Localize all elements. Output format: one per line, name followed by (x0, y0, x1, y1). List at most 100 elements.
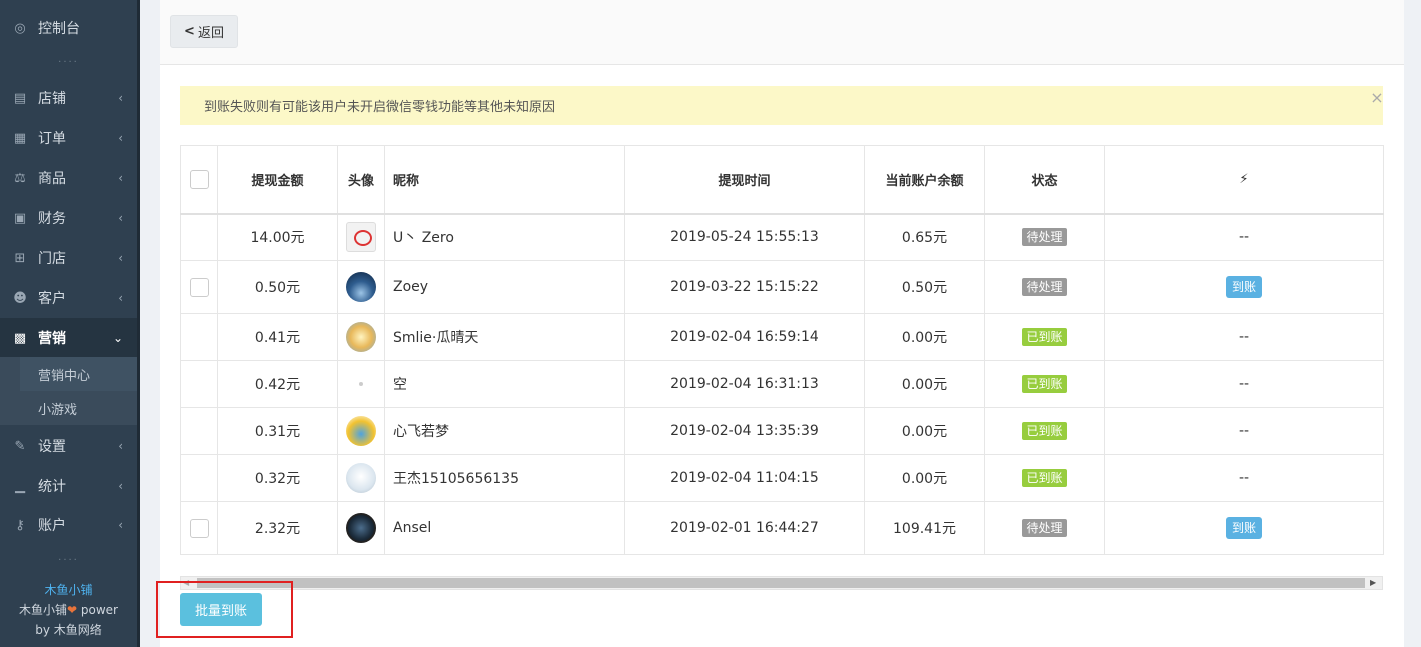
chevron-left-icon: < (184, 24, 195, 39)
submenu-item-marketing-center[interactable]: 营销中心 (20, 357, 137, 391)
warning-alert: 到账失败则有可能该用户未开启微信零钱功能等其他未知原因 (180, 86, 1383, 125)
amount-cell: 2.32元 (217, 501, 338, 555)
avatar-cell (337, 454, 385, 502)
back-button-label: 返回 (197, 26, 224, 41)
footer-power-text: 木鱼小铺❤ power (0, 600, 137, 620)
withdrawal-table: 提现金额 头像 昵称 提现时间 当前账户余额 状态 ⚡ 14.00元 U丶 Ze… (180, 145, 1384, 555)
header-time: 提现时间 (624, 145, 865, 215)
sidebar-item-dashboard[interactable]: ◎ 控制台 (0, 8, 137, 48)
close-icon[interactable]: × (1369, 88, 1385, 108)
time-cell: 2019-03-22 15:15:22 (624, 260, 865, 314)
action-cell: -- (1104, 313, 1384, 361)
table-row: 0.31元 心飞若梦 2019-02-04 13:35:39 0.00元 已到账… (180, 407, 1384, 455)
row-select-cell (180, 407, 218, 455)
avatar-cell (337, 260, 385, 314)
avatar (346, 222, 376, 253)
header-nickname: 昵称 (384, 145, 625, 215)
row-checkbox[interactable] (189, 277, 209, 297)
chevron-left-icon: ‹ (118, 211, 123, 225)
time-cell: 2019-02-04 11:04:15 (624, 454, 865, 502)
action-cell: 到账 (1104, 501, 1384, 555)
order-icon: ▦ (13, 130, 27, 146)
status-badge: 已到账 (1022, 375, 1067, 393)
sitemap-icon: ⊞ (14, 250, 26, 266)
status-cell: 待处理 (984, 260, 1105, 314)
status-badge: 已到账 (1022, 469, 1067, 487)
scrollbar-thumb[interactable] (197, 578, 1365, 588)
footer-shop-name[interactable]: 木鱼小铺 (0, 580, 137, 600)
amount-cell: 0.50元 (217, 260, 338, 314)
chevron-left-icon: ‹ (118, 251, 123, 265)
alert-text: 到账失败则有可能该用户未开启微信零钱功能等其他未知原因 (204, 100, 556, 115)
row-checkbox[interactable] (189, 518, 209, 538)
status-cell: 已到账 (984, 454, 1105, 502)
back-button[interactable]: < 返回 (170, 15, 238, 48)
pay-button[interactable]: 到账 (1226, 276, 1262, 298)
balance-cell: 0.00元 (864, 407, 985, 455)
sidebar-item-label: 店铺 (38, 91, 66, 107)
nickname-cell: Ansel (384, 501, 625, 555)
amount-cell: 14.00元 (217, 213, 338, 261)
nickname-cell: 空 (384, 360, 625, 408)
table-row: 0.50元 Zoey 2019-03-22 15:15:22 0.50元 待处理… (180, 260, 1384, 314)
sidebar: ◎ 控制台 .... ▤ 店铺 ‹ ▦ 订单 ‹ ⚖ 商品 ‹ ▣ 财务 ‹ ⊞… (0, 0, 140, 647)
sidebar-item-label: 门店 (38, 251, 66, 267)
sidebar-item-stores[interactable]: ⊞ 门店 ‹ (0, 238, 137, 278)
sidebar-item-shop[interactable]: ▤ 店铺 ‹ (0, 78, 137, 118)
sidebar-item-products[interactable]: ⚖ 商品 ‹ (0, 158, 137, 198)
action-cell: 到账 (1104, 260, 1384, 314)
sidebar-divider-dots: .... (58, 552, 79, 563)
scroll-right-icon[interactable]: ▶ (1370, 577, 1380, 589)
balance-cell: 0.50元 (864, 260, 985, 314)
amount-cell: 0.31元 (217, 407, 338, 455)
footer-power-suffix: power (77, 603, 118, 617)
sidebar-item-statistics[interactable]: ▁ 统计 ‹ (0, 466, 137, 506)
avatar (346, 322, 376, 352)
dashboard-icon: ◎ (14, 20, 26, 36)
sidebar-item-finance[interactable]: ▣ 财务 ‹ (0, 198, 137, 238)
sidebar-edge (137, 0, 140, 647)
row-select-cell (180, 360, 218, 408)
avatar-cell (337, 313, 385, 361)
sidebar-item-marketing[interactable]: ▩ 营销 ⌄ (0, 318, 137, 358)
header-amount: 提现金额 (217, 145, 338, 215)
sidebar-item-settings[interactable]: ✎ 设置 ‹ (0, 426, 137, 466)
sidebar-item-account[interactable]: ⚷ 账户 ‹ (0, 505, 137, 545)
amount-cell: 0.32元 (217, 454, 338, 502)
row-select-cell (180, 213, 218, 261)
amount-cell: 0.41元 (217, 313, 338, 361)
balance-cell: 0.65元 (864, 213, 985, 261)
horizontal-scrollbar[interactable]: ◀ ▶ (180, 576, 1383, 590)
action-cell: -- (1104, 407, 1384, 455)
select-all-checkbox[interactable] (189, 169, 209, 189)
pay-button[interactable]: 到账 (1226, 517, 1262, 539)
chevron-down-icon: ⌄ (112, 331, 123, 345)
sidebar-item-label: 设置 (38, 439, 66, 455)
avatar-cell (337, 407, 385, 455)
time-cell: 2019-02-04 16:31:13 (624, 360, 865, 408)
status-cell: 已到账 (984, 313, 1105, 361)
sidebar-divider-dots: .... (58, 54, 79, 65)
nickname-cell: Smlie·瓜晴天 (384, 313, 625, 361)
sidebar-item-label: 统计 (38, 479, 66, 495)
header-avatar: 头像 (337, 145, 385, 215)
time-cell: 2019-02-04 16:59:14 (624, 313, 865, 361)
wrench-icon: ✎ (14, 438, 26, 454)
action-cell: -- (1104, 360, 1384, 408)
avatar-cell (337, 213, 385, 261)
marketing-submenu: 营销中心 小游戏 (0, 357, 137, 425)
sidebar-item-orders[interactable]: ▦ 订单 ‹ (0, 118, 137, 158)
sidebar-footer: 木鱼小铺 木鱼小铺❤ power by 木鱼网络 (0, 580, 137, 640)
chevron-left-icon: ‹ (118, 171, 123, 185)
amount-cell: 0.42元 (217, 360, 338, 408)
status-badge: 待处理 (1022, 228, 1067, 247)
time-cell: 2019-02-04 13:35:39 (624, 407, 865, 455)
sidebar-item-customers[interactable]: ☻ 客户 ‹ (0, 278, 137, 318)
row-select-cell (180, 260, 218, 314)
table-row: 0.42元 空 2019-02-04 16:31:13 0.00元 已到账 -- (180, 360, 1384, 408)
users-icon: ☻ (13, 290, 27, 306)
chevron-left-icon: ‹ (118, 91, 123, 105)
row-select-cell (180, 454, 218, 502)
table-row: 0.32元 王杰15105656135 2019-02-04 11:04:15 … (180, 454, 1384, 502)
submenu-item-mini-games[interactable]: 小游戏 (20, 391, 137, 425)
